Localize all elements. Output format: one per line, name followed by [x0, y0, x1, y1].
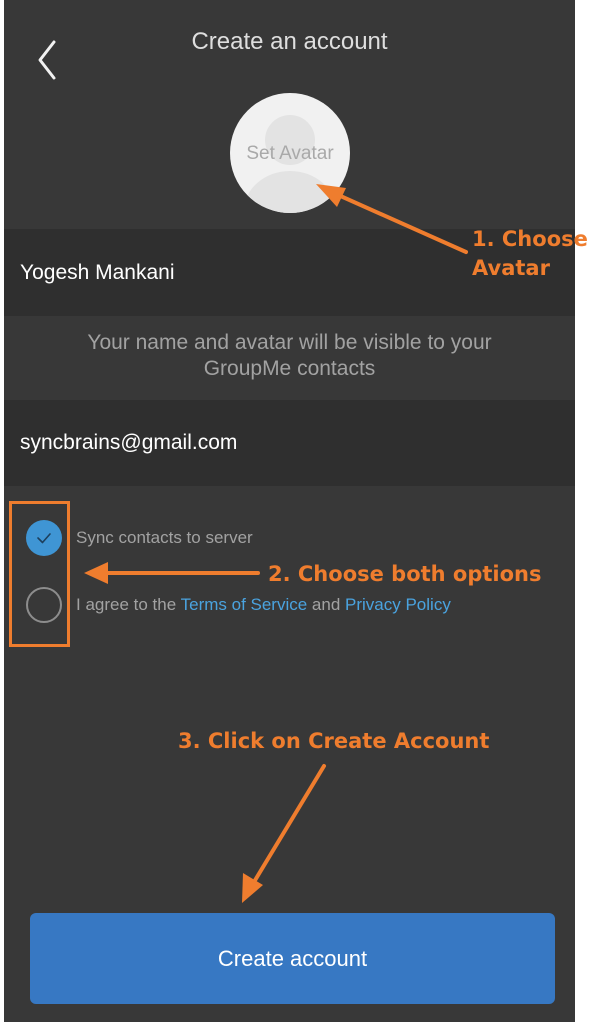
avatar-label: Set Avatar: [246, 143, 334, 164]
sync-contacts-label: Sync contacts to server: [76, 528, 253, 547]
terms-of-service-link[interactable]: Terms of Service: [181, 595, 308, 614]
terms-prefix: I agree to the: [76, 595, 181, 614]
privacy-policy-link[interactable]: Privacy Policy: [345, 595, 451, 614]
annotation-step-1: 1. Choose Avatar: [472, 225, 588, 283]
options-highlight-box: [9, 501, 70, 647]
notice-line-1: Your name and avatar will be visible to …: [87, 331, 492, 354]
terms-label: I agree to the Terms of Service and Priv…: [76, 595, 451, 615]
set-avatar-button[interactable]: Set Avatar: [230, 93, 350, 213]
annotation-step-1-line-2: Avatar: [472, 256, 550, 280]
annotation-step-2: 2. Choose both options: [268, 562, 542, 586]
terms-option[interactable]: I agree to the Terms of Service and Priv…: [26, 585, 451, 625]
email-field[interactable]: syncbrains@gmail.com: [4, 400, 575, 486]
annotation-step-1-line-1: 1. Choose: [472, 227, 588, 251]
visibility-notice: Your name and avatar will be visible to …: [34, 330, 545, 382]
create-account-button[interactable]: Create account: [30, 913, 555, 1004]
page-title: Create an account: [191, 28, 388, 55]
app-screen: Create an account Set Avatar Yogesh Mank…: [4, 0, 575, 1022]
annotation-step-3: 3. Click on Create Account: [178, 729, 490, 753]
notice-line-2: GroupMe contacts: [203, 357, 376, 380]
terms-and: and: [307, 595, 346, 614]
